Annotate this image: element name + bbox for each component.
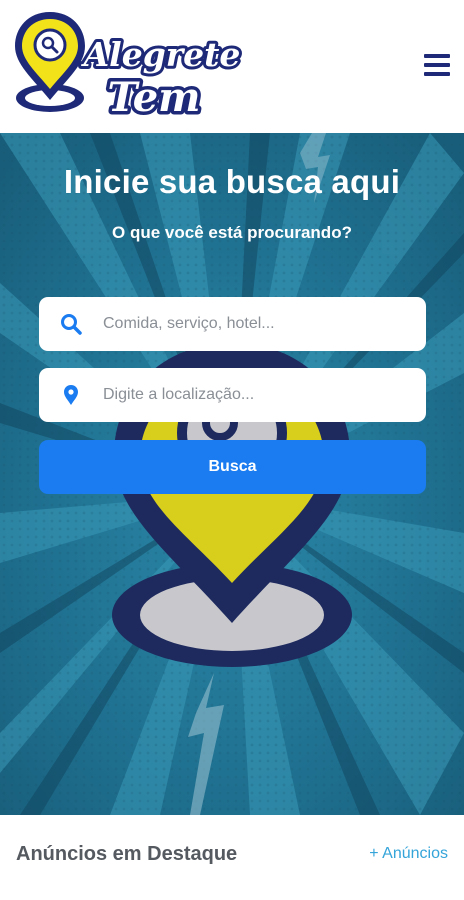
menu-bar	[424, 72, 450, 76]
search-what-field[interactable]	[39, 297, 426, 351]
site-logo[interactable]: Alegrete Tem	[12, 8, 244, 124]
hero-subtitle: O que você está procurando?	[112, 223, 352, 242]
search-input[interactable]	[103, 304, 403, 344]
location-input[interactable]	[103, 375, 403, 415]
search-icon	[39, 297, 103, 351]
logo-line2: Tem	[108, 74, 201, 121]
logo-wordmark: Alegrete Tem	[78, 32, 244, 124]
menu-bar	[424, 63, 450, 67]
logo-line1: Alegrete	[81, 35, 241, 74]
site-header: Alegrete Tem	[0, 0, 464, 133]
more-listings-link[interactable]: + Anúncios	[369, 845, 448, 863]
menu-bar	[424, 54, 450, 58]
hero-search-section: Inicie sua busca aqui O que você está pr…	[0, 133, 464, 815]
featured-listings-section: Anúncios em Destaque + Anúncios	[0, 815, 464, 900]
search-location-field[interactable]	[39, 368, 426, 422]
featured-title: Anúncios em Destaque	[16, 843, 238, 865]
hero-title: Inicie sua busca aqui	[63, 163, 401, 200]
search-button[interactable]: Busca	[39, 440, 426, 494]
hamburger-menu-icon[interactable]	[424, 54, 450, 76]
location-pin-icon	[39, 368, 103, 422]
